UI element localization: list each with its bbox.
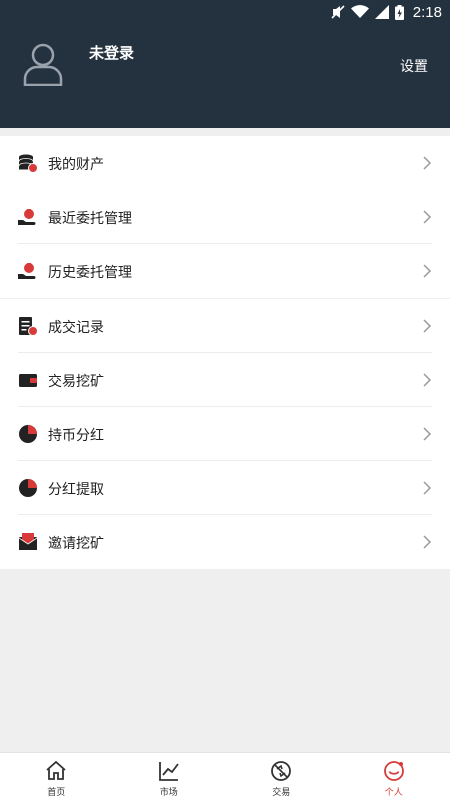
menu-label: 分红提取: [48, 482, 104, 498]
menu-label: 邀请挖矿: [48, 536, 104, 552]
tab-trade[interactable]: 交易: [225, 753, 338, 800]
hand-moneybag-icon: [18, 209, 36, 225]
tab-label: 个人: [384, 788, 403, 798]
profile-header: 2:18 未登录 设置: [0, 0, 450, 128]
menu-section-records: 成交记录 交易挖矿 持币分红 分红提取 邀请挖矿: [0, 299, 450, 569]
bottom-tab-bar: 首页 市场 交易 个人: [0, 752, 450, 800]
status-icons: 2:18: [331, 3, 442, 21]
menu-item-my-assets[interactable]: 我的财产: [0, 136, 450, 190]
signal-icon: [374, 5, 389, 19]
menu-item-trade-records[interactable]: 成交记录: [0, 299, 450, 353]
menu-label: 持币分红: [48, 428, 104, 444]
status-bar: 2:18: [0, 0, 450, 24]
tab-label: 市场: [159, 788, 178, 798]
record-doc-icon: [19, 317, 38, 336]
chevron-right-icon: [423, 373, 432, 387]
tab-label: 交易: [272, 788, 291, 798]
chevron-right-icon: [423, 156, 432, 170]
trade-icon: [271, 761, 292, 781]
home-icon: [46, 760, 66, 780]
profile-icon: [383, 761, 404, 781]
settings-button[interactable]: 设置: [400, 56, 428, 76]
hand-moneybag-icon: [18, 263, 36, 279]
menu-item-invite-mining[interactable]: 邀请挖矿: [0, 515, 450, 569]
menu-item-dividend-withdraw[interactable]: 分红提取: [0, 461, 450, 515]
line-chart-icon: [158, 762, 179, 781]
menu-label: 历史委托管理: [48, 265, 132, 281]
wifi-icon: [350, 5, 369, 18]
battery-icon: [394, 4, 404, 20]
chevron-right-icon: [423, 427, 432, 441]
login-status[interactable]: 未登录: [89, 42, 134, 63]
chevron-right-icon: [423, 481, 432, 495]
menu-item-holding-dividend[interactable]: 持币分红: [0, 407, 450, 461]
chevron-right-icon: [423, 210, 432, 224]
status-time: 2:18: [412, 3, 442, 21]
avatar-icon[interactable]: [22, 42, 64, 86]
tab-label: 首页: [47, 788, 66, 798]
mute-icon: [331, 5, 345, 19]
wallet-icon: [19, 374, 37, 387]
menu-section-assets: 我的财产: [0, 136, 450, 190]
menu-section-orders: 最近委托管理 历史委托管理: [0, 190, 450, 298]
coins-stack-icon: [18, 154, 38, 173]
menu-item-history-orders[interactable]: 历史委托管理: [0, 244, 450, 298]
tab-market[interactable]: 市场: [113, 753, 226, 800]
menu-label: 最近委托管理: [48, 211, 132, 227]
menu-label: 交易挖矿: [48, 374, 104, 390]
menu-label: 我的财产: [48, 157, 104, 173]
chevron-right-icon: [423, 319, 432, 333]
envelope-icon: [18, 533, 38, 550]
pie-chart-icon: [19, 425, 37, 443]
menu-item-trade-mining[interactable]: 交易挖矿: [0, 353, 450, 407]
tab-home[interactable]: 首页: [0, 753, 113, 800]
menu-label: 成交记录: [48, 320, 104, 336]
tab-profile[interactable]: 个人: [338, 753, 450, 800]
menu-item-recent-orders[interactable]: 最近委托管理: [0, 190, 450, 244]
chevron-right-icon: [423, 264, 432, 278]
chevron-right-icon: [423, 535, 432, 549]
pie-chart-icon: [19, 479, 37, 497]
